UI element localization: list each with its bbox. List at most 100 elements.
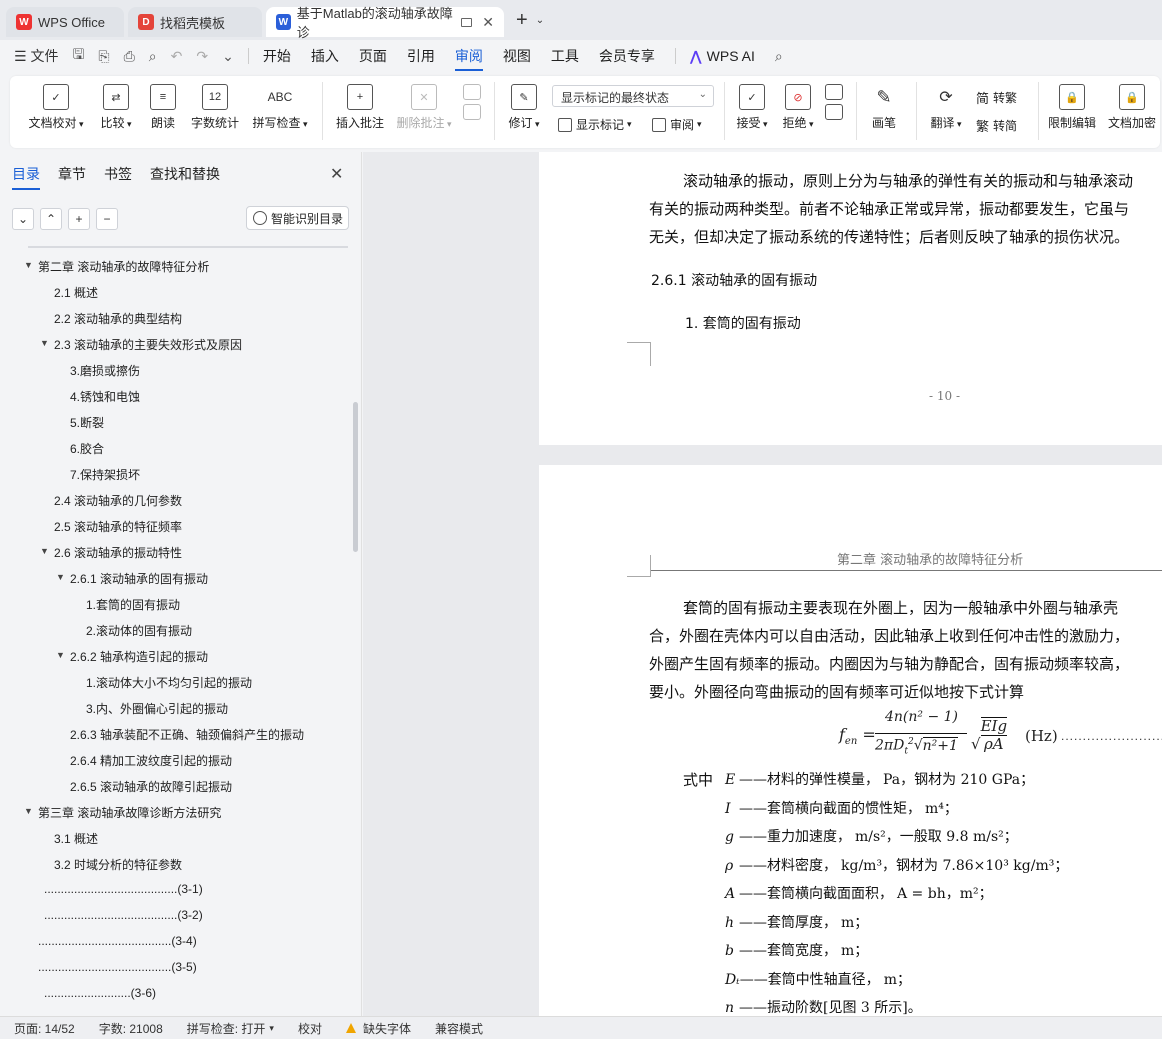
tab-docer-templates[interactable]: D 找稻壳模板 (128, 7, 262, 37)
menu-view[interactable]: 视图 (503, 46, 531, 66)
expand-arrow-icon[interactable]: ▼ (40, 546, 49, 556)
restrict-editing-button[interactable]: 🔒 限制编辑 (1046, 84, 1098, 131)
toc-item[interactable]: ▼ 2.6.1 滚动轴承的固有振动 (56, 570, 208, 587)
tab-sections[interactable]: 章节 (58, 164, 86, 190)
menu-references[interactable]: 引用 (407, 46, 435, 66)
expand-arrow-icon[interactable]: ▼ (24, 806, 33, 816)
collapse-all-button[interactable]: ⌄ (12, 208, 34, 230)
reject-button[interactable]: ⊘ 拒绝 ▾ (780, 84, 816, 131)
review-pane-button[interactable]: 审阅 ▾ (652, 116, 702, 133)
document-encrypt-button[interactable]: 🔒 文档加密 (1106, 84, 1158, 131)
more-icon[interactable]: ⌄ (222, 48, 234, 65)
tab-bookmarks[interactable]: 书签 (104, 164, 132, 190)
toc-item[interactable]: 2.6.4 精加工波纹度引起的振动 (70, 752, 232, 769)
file-menu[interactable]: ☰ 文件 (14, 46, 58, 66)
smart-toc-button[interactable]: 智能识别目录 (246, 206, 349, 230)
new-tab-button[interactable]: + (516, 9, 528, 32)
toc-item[interactable]: ........................................… (38, 934, 197, 948)
tab-toc[interactable]: 目录 (12, 164, 40, 190)
toc-item[interactable]: ..........................(3-6) (44, 986, 156, 1000)
toc-item[interactable]: ▼ 第二章 滚动轴承的故障特征分析 (24, 258, 209, 275)
to-simplified-button[interactable]: 繁 转简 (976, 116, 1017, 135)
ink-button[interactable]: ✎ 画笔 (868, 84, 900, 131)
save-icon[interactable]: 🖫 (72, 44, 84, 68)
toc-item[interactable]: 1.套筒的固有振动 (86, 596, 180, 613)
menu-tools[interactable]: 工具 (551, 46, 579, 66)
proofread-status[interactable]: 校对 (298, 1020, 322, 1037)
print-preview-icon[interactable]: ⌕ (149, 48, 157, 65)
missing-font-status[interactable]: 缺失字体 (345, 1020, 411, 1037)
toc-item[interactable]: 4.锈蚀和电蚀 (70, 388, 140, 405)
docer-icon: D (138, 14, 154, 30)
toc-item[interactable]: ........................................… (38, 960, 197, 974)
insert-comment-button[interactable]: + 插入批注 (334, 84, 386, 131)
monitor-icon[interactable] (461, 17, 473, 27)
previous-comment-button[interactable] (460, 84, 484, 124)
redo-icon[interactable]: ↷ (196, 48, 208, 65)
menu-home[interactable]: 开始 (263, 46, 291, 66)
toc-item[interactable]: 5.断裂 (70, 414, 104, 431)
translate-button[interactable]: ⟳ 翻译 ▾ (926, 84, 966, 131)
track-changes-button[interactable]: ✎ 修订 ▾ (504, 84, 544, 131)
wps-ai-button[interactable]: ⋀ WPS AI (690, 48, 755, 65)
remove-entry-button[interactable]: − (96, 208, 118, 230)
toc-item[interactable]: 3.2 时域分析的特征参数 (54, 856, 182, 873)
toc-item[interactable]: 3.1 概述 (54, 830, 98, 847)
menu-page[interactable]: 页面 (359, 46, 387, 66)
toc-item[interactable]: ▼ 2.6 滚动轴承的振动特性 (40, 544, 182, 561)
expand-up-button[interactable]: ⌃ (40, 208, 62, 230)
show-markup-button[interactable]: 显示标记 ▾ (558, 116, 632, 133)
menu-member[interactable]: 会员专享 (599, 46, 655, 66)
compat-mode-status[interactable]: 兼容模式 (435, 1020, 483, 1037)
toc-item[interactable]: 2.4 滚动轴承的几何参数 (54, 492, 182, 509)
word-count[interactable]: 字数: 21008 (99, 1020, 163, 1037)
toc-item[interactable]: 3.磨损或擦伤 (70, 362, 140, 379)
scrollbar-thumb[interactable] (353, 402, 358, 552)
expand-arrow-icon[interactable]: ▼ (56, 650, 65, 660)
page-indicator[interactable]: 页面: 14/52 (14, 1020, 75, 1037)
chevron-down-icon[interactable]: ⌄ (536, 15, 544, 26)
delete-comment-button[interactable]: ✕ 删除批注 ▾ (394, 84, 454, 131)
prev-change-button[interactable] (824, 84, 844, 124)
toc-item[interactable]: 6.胶合 (70, 440, 104, 457)
toc-item[interactable]: 2.6.3 轴承装配不正确、轴颈偏斜产生的振动 (70, 726, 304, 743)
undo-icon[interactable]: ↶ (171, 48, 183, 65)
markup-state-select[interactable]: 显示标记的最终状态 ⌄ (552, 85, 714, 107)
toc-item[interactable]: 7.保持架损坏 (70, 466, 140, 483)
toc-item[interactable]: 2.1 概述 (54, 284, 98, 301)
toc-item[interactable]: ▼ 2.3 滚动轴承的主要失效形式及原因 (40, 336, 242, 353)
tab-find-replace[interactable]: 查找和替换 (150, 164, 220, 190)
body-line: 有关的振动两种类型。前者不论轴承正常或异常，振动都要发生，它虽与 (649, 200, 1130, 218)
toc-item[interactable]: 2.6.5 滚动轴承的故障引起振动 (70, 778, 232, 795)
accept-button[interactable]: ✓ 接受 ▾ (734, 84, 770, 131)
spell-check-button[interactable]: ABC 拼写检查 ▾ (250, 84, 310, 131)
menu-review[interactable]: 审阅 (454, 46, 483, 71)
toc-item[interactable]: 1.滚动体大小不均匀引起的振动 (86, 674, 252, 691)
close-icon[interactable]: ✕ (330, 164, 343, 184)
export-icon[interactable]: ⎘ (98, 48, 109, 65)
expand-arrow-icon[interactable]: ▼ (56, 572, 65, 582)
search-icon[interactable]: ⌕ (775, 48, 783, 65)
doc-proof-button[interactable]: ✓ 文档校对 ▾ (28, 84, 84, 131)
tab-wps-office[interactable]: W WPS Office (6, 7, 124, 37)
toc-item[interactable]: ........................................… (44, 882, 203, 896)
word-count-button[interactable]: 12 字数统计 (190, 84, 240, 131)
toc-item[interactable]: ........................................… (44, 908, 203, 922)
menu-insert[interactable]: 插入 (311, 46, 339, 66)
toc-item[interactable]: 2.2 滚动轴承的典型结构 (54, 310, 182, 327)
expand-arrow-icon[interactable]: ▼ (40, 338, 49, 348)
compare-button[interactable]: ⇄ 比较 ▾ (96, 84, 136, 131)
expand-arrow-icon[interactable]: ▼ (24, 260, 33, 270)
to-traditional-button[interactable]: 简 转繁 (976, 88, 1017, 107)
tab-current-document[interactable]: W 基于Matlab的滚动轴承故障诊 ✕ (266, 6, 504, 40)
toc-item[interactable]: 2.5 滚动轴承的特征频率 (54, 518, 182, 535)
toc-item[interactable]: ▼ 2.6.2 轴承构造引起的振动 (56, 648, 208, 665)
print-icon[interactable]: ⎙ (124, 48, 135, 65)
spell-check-status[interactable]: 拼写检查: 打开 ▾ (187, 1020, 274, 1037)
toc-item[interactable]: 3.内、外圈偏心引起的振动 (86, 700, 228, 717)
close-tab-icon[interactable]: ✕ (482, 14, 494, 31)
read-aloud-button[interactable]: ≡ 朗读 (148, 84, 178, 131)
toc-item[interactable]: 2.滚动体的固有振动 (86, 622, 192, 639)
add-entry-button[interactable]: + (68, 208, 90, 230)
toc-item[interactable]: ▼ 第三章 滚动轴承故障诊断方法研究 (24, 804, 221, 821)
